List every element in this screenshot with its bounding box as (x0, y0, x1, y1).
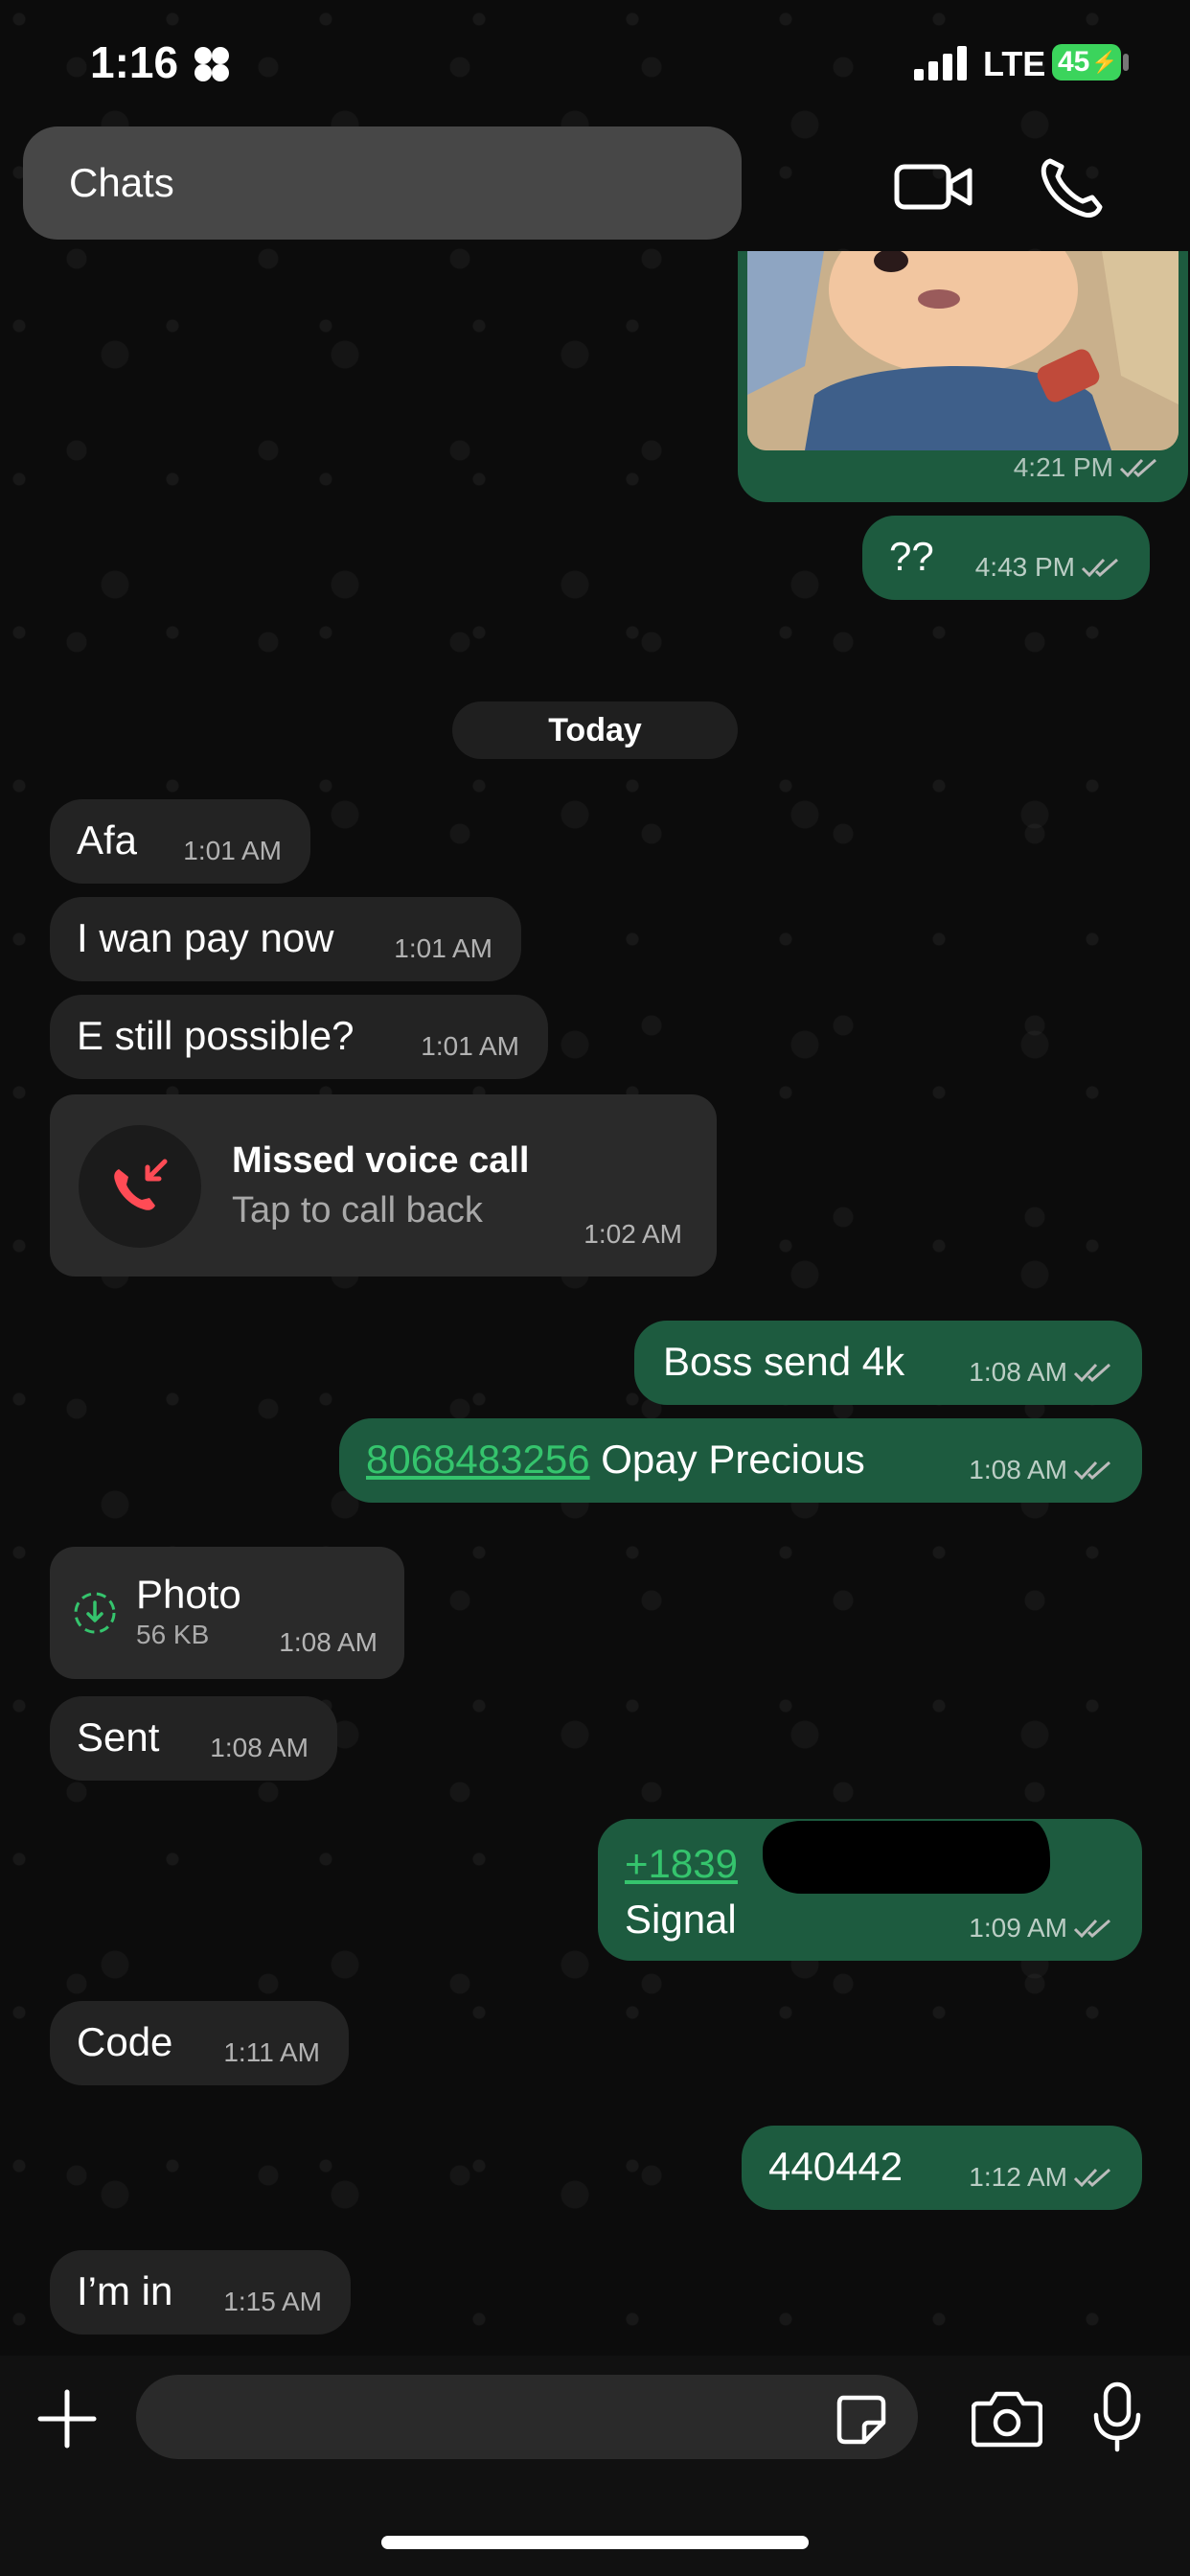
photo-size: 56 KB (136, 1620, 210, 1649)
incoming-message[interactable]: Afa 1:01 AM (50, 799, 310, 884)
photo-attachment[interactable]: Photo 56 KB 1:08 AM (50, 1547, 404, 1679)
missed-call-time: 1:02 AM (584, 1219, 682, 1249)
missed-call-title: Missed voice call (232, 1140, 530, 1181)
message-time: 1:12 AM (969, 2164, 1113, 2191)
outgoing-message[interactable]: 440442 1:12 AM (742, 2126, 1142, 2210)
read-receipt-icon (1119, 458, 1156, 478)
home-indicator[interactable] (381, 2536, 809, 2549)
microphone-icon[interactable] (1092, 2380, 1142, 2453)
missed-call-icon-circle (79, 1125, 201, 1248)
sticker-icon[interactable] (834, 2392, 887, 2446)
phone-number-link[interactable]: +1839 (625, 1844, 738, 1884)
voice-call-icon[interactable] (1035, 153, 1115, 218)
status-time: 1:16 (90, 37, 179, 87)
message-text: E still possible? (77, 1013, 355, 1058)
camera-icon[interactable] (972, 2390, 1042, 2448)
missed-call-icon (114, 1159, 168, 1210)
message-time: 1:01 AM (394, 933, 492, 963)
message-time: 1:01 AM (421, 1031, 519, 1061)
message-text: Afa (77, 817, 138, 862)
message-time: 1:09 AM (969, 1915, 1113, 1942)
incoming-message[interactable]: I wan pay now 1:01 AM (50, 897, 521, 981)
message-time: 1:01 AM (183, 836, 282, 865)
read-receipt-icon (1073, 2168, 1110, 2188)
image-message[interactable]: 4:21 PM (738, 251, 1188, 502)
read-receipt-icon (1081, 558, 1118, 578)
cartoon-image (747, 251, 1179, 450)
battery-tip (1123, 54, 1129, 71)
message-text: Sent (77, 1714, 160, 1760)
download-icon[interactable] (71, 1589, 119, 1637)
plus-icon[interactable] (34, 2386, 100, 2451)
message-time: 4:43 PM (975, 554, 1121, 581)
message-time: 1:08 AM (969, 1359, 1113, 1386)
message-input[interactable] (136, 2375, 918, 2459)
message-time: 1:08 AM (969, 1457, 1113, 1484)
incoming-message[interactable]: E still possible? 1:01 AM (50, 995, 548, 1079)
battery-level: 45 (1058, 46, 1090, 78)
incoming-message[interactable]: Code 1:11 AM (50, 2001, 349, 2085)
missed-call-card[interactable]: Missed voice call Tap to call back 1:02 … (50, 1094, 717, 1276)
message-time: 1:11 AM (223, 2037, 320, 2067)
focus-icon (195, 47, 229, 81)
outgoing-message[interactable]: ?? 4:43 PM (862, 516, 1150, 600)
photo-title: Photo (136, 1572, 241, 1617)
back-to-chats-button[interactable]: Chats (23, 126, 742, 240)
message-time: 4:21 PM (1014, 452, 1159, 483)
read-receipt-icon (1073, 1460, 1110, 1481)
battery-indicator: 45 ⚡ (1052, 44, 1121, 80)
cell-signal-icon (914, 46, 967, 80)
message-text: I wan pay now (77, 915, 334, 960)
charging-bolt-icon: ⚡ (1091, 50, 1118, 74)
incoming-message[interactable]: I’m in 1:15 AM (50, 2250, 351, 2334)
message-text: Code (77, 2019, 173, 2064)
date-divider: Today (452, 702, 738, 759)
message-text: 8068483256 Opay Precious (366, 1437, 865, 1482)
read-receipt-icon (1073, 1363, 1110, 1383)
shared-image[interactable] (747, 251, 1179, 450)
outgoing-message[interactable]: Boss send 4k 1:08 AM (634, 1321, 1142, 1405)
video-call-icon[interactable] (893, 153, 973, 218)
photo-time: 1:08 AM (279, 1627, 378, 1657)
message-text: I’m in (77, 2268, 173, 2313)
status-bar: 1:16 LTE 45 ⚡ (0, 0, 1190, 125)
network-type: LTE (983, 44, 1046, 83)
message-time: 1:15 AM (223, 2287, 322, 2316)
message-text: Boss send 4k (663, 1339, 905, 1384)
outgoing-message[interactable]: 8068483256 Opay Precious 1:08 AM (339, 1418, 1142, 1503)
message-text: Signal (625, 1897, 737, 1942)
message-text: 440442 (768, 2144, 904, 2189)
incoming-message[interactable]: Sent 1:08 AM (50, 1696, 337, 1781)
message-text: ?? (889, 534, 934, 579)
tap-to-call-back[interactable]: Tap to call back (232, 1190, 483, 1231)
message-time: 1:08 AM (210, 1733, 309, 1762)
redaction-scribble (763, 1821, 1050, 1894)
back-button-label: Chats (69, 160, 174, 205)
phone-number-link[interactable]: 8068483256 (366, 1437, 590, 1482)
read-receipt-icon (1073, 1919, 1110, 1939)
